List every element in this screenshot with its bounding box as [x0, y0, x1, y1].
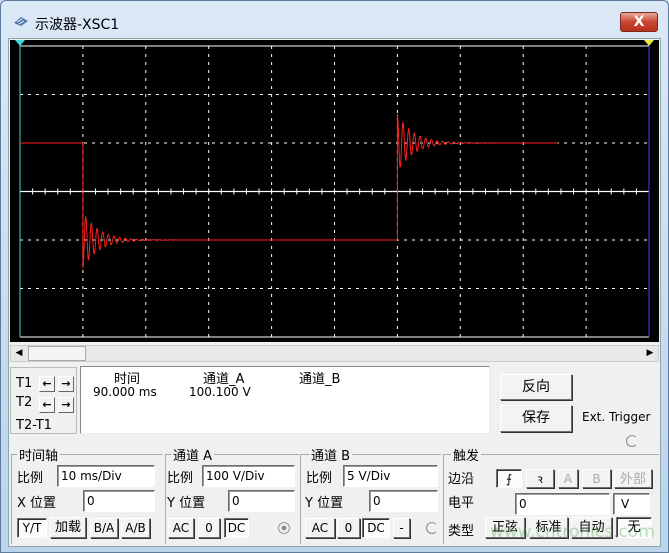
channel-b-scale-input[interactable]: 5 V/Div: [343, 465, 438, 487]
window-title: 示波器-XSC1: [35, 17, 120, 33]
channel-a-ypos-label: Y 位置: [167, 496, 206, 511]
t2-t1-label: T2-T1: [16, 418, 52, 433]
ba-mode-button[interactable]: B/A: [90, 518, 118, 538]
trigger-source-ext-button[interactable]: 外部: [614, 469, 652, 488]
trigger-source-b-button[interactable]: B: [582, 469, 611, 488]
watermark: www.cntronics.com: [490, 522, 655, 542]
channel-b-scale-label: 比例: [306, 471, 333, 486]
timebase-scale-label: 比例: [17, 471, 44, 486]
cursor-t2-marker-icon: [644, 40, 654, 46]
scroll-left-arrow[interactable]: ◀: [11, 346, 27, 361]
ext-trigger-label: Ext. Trigger: [582, 410, 651, 424]
trigger-level-label: 电平: [448, 496, 475, 511]
x-position-label: X 位置: [17, 496, 57, 511]
channel-a-title: 通道 A: [171, 445, 215, 464]
channel-a-ac-button[interactable]: AC: [168, 518, 194, 538]
channel-a-zero-button[interactable]: 0: [198, 518, 220, 538]
yt-mode-button[interactable]: Y/T: [17, 518, 47, 538]
trigger-source-a-button[interactable]: A: [558, 469, 578, 488]
channel-a-dc-button[interactable]: DC: [224, 518, 249, 538]
readout-t1-channel-a: 100.100 V: [189, 385, 251, 399]
channel-b-zero-button[interactable]: 0: [337, 518, 360, 538]
channel-a-scale-label: 比例: [167, 471, 194, 486]
rising-edge-button[interactable]: ⨍: [496, 469, 522, 488]
close-button[interactable]: X: [620, 12, 658, 32]
t1-label: T1: [16, 376, 33, 391]
channel-b-dc-button[interactable]: DC: [362, 518, 390, 538]
trigger-type-label: 类型: [448, 524, 475, 539]
readout-header-channel-b: 通道_B: [299, 372, 341, 387]
scroll-thumb[interactable]: [28, 346, 86, 361]
save-button[interactable]: 保存: [500, 405, 572, 432]
channel-b-terminal[interactable]: [426, 522, 438, 534]
timebase-scale-input[interactable]: 10 ms/Div: [57, 465, 155, 487]
cursor-controls: T1 ← → T2 ← → T2-T1: [10, 367, 77, 434]
t1-right-arrow-icon[interactable]: →: [58, 376, 74, 392]
cursor-t1-marker-icon: [15, 40, 25, 46]
t1-left-arrow-icon[interactable]: ←: [39, 376, 55, 392]
t2-right-arrow-icon[interactable]: →: [58, 397, 74, 413]
t2-left-arrow-icon[interactable]: ←: [39, 397, 55, 413]
channel-a-ypos-input[interactable]: 0: [228, 490, 295, 512]
channel-a-scale-input[interactable]: 100 V/Div: [202, 465, 295, 487]
channel-b-title: 通道 B: [309, 445, 353, 464]
readout-panel: 时间 通道_A 通道_B 90.000 ms 100.100 V: [80, 366, 490, 434]
trigger-level-unit[interactable]: V: [613, 493, 650, 515]
reverse-button[interactable]: 反向: [500, 374, 572, 400]
t2-label: T2: [16, 395, 33, 410]
oscilloscope-app-icon: [14, 17, 28, 26]
channel-a-terminal[interactable]: [278, 522, 290, 534]
trigger-title: 触发: [451, 445, 482, 464]
channel-b-ypos-input[interactable]: 0: [369, 490, 438, 512]
trigger-level-input[interactable]: 0: [515, 493, 610, 515]
channel-b-ypos-label: Y 位置: [305, 496, 344, 511]
readout-t1-time: 90.000 ms: [93, 385, 157, 399]
falling-edge-button[interactable]: ꝛ: [526, 469, 554, 488]
load-mode-button[interactable]: 加载: [50, 517, 86, 538]
timebase-title: 时间轴: [17, 445, 61, 464]
channel-b-ac-button[interactable]: AC: [305, 518, 335, 538]
horizontal-scrollbar[interactable]: ◀ ▶: [10, 345, 659, 362]
channel-b-minus-button[interactable]: -: [393, 518, 410, 538]
scope-display: [10, 40, 659, 342]
ext-trigger-terminal[interactable]: [626, 435, 638, 447]
ab-mode-button[interactable]: A/B: [121, 518, 150, 538]
scroll-right-arrow[interactable]: ▶: [642, 346, 658, 361]
trigger-edge-label: 边沿: [448, 472, 475, 487]
x-position-input[interactable]: 0: [83, 490, 155, 512]
